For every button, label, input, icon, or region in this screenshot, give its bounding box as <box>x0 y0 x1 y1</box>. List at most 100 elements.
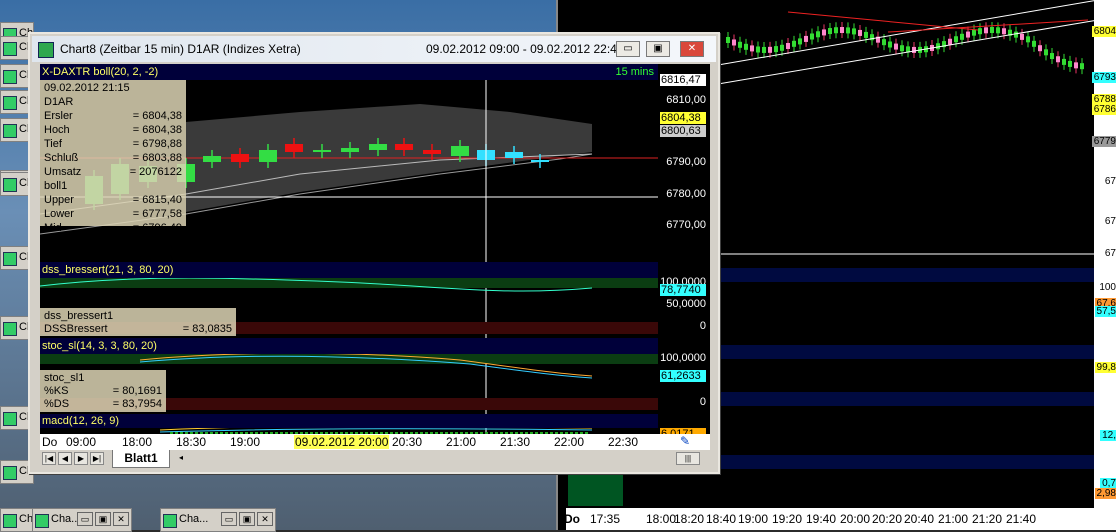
background-candle-body <box>822 29 826 36</box>
candle-body <box>313 150 331 152</box>
candle-body <box>369 144 387 150</box>
background-candle-body <box>1020 33 1024 40</box>
background-candle-body <box>996 27 1000 34</box>
dss-value-tag: 78,7740 <box>660 284 706 296</box>
cursor-time-label: 09.02.2012 20:00 <box>294 435 390 449</box>
sheet-tab-blatt1[interactable]: Blatt1 <box>112 450 170 468</box>
background-candle-body <box>816 31 820 38</box>
background-axis-tag: 2,98 <box>1094 488 1116 499</box>
chart-app-icon <box>3 42 17 56</box>
last-price-tag: 6804,38 <box>660 112 706 124</box>
background-x-label: 20:20 <box>872 512 903 526</box>
background-axis-tag: 100 <box>1097 282 1116 293</box>
background-candle-body <box>990 27 994 34</box>
background-candle-body <box>768 46 772 53</box>
candle-body <box>341 148 359 152</box>
upper-band-tag: 6816,47 <box>660 74 706 86</box>
chart-app-icon <box>35 514 49 528</box>
candle-body <box>505 152 523 158</box>
info-value: = 6804,38 <box>132 110 182 122</box>
background-candle-body <box>744 43 748 50</box>
window-buttons[interactable]: ▭ ▣ ✕ <box>221 512 273 526</box>
next-sheet-icon[interactable]: ▶ <box>74 452 88 465</box>
y-tick: 50,0000 <box>666 298 706 310</box>
time-x-axis: Do 09:00 18:00 18:30 19:00 20:30 21:00 2… <box>40 434 710 450</box>
background-candle-body <box>792 40 796 47</box>
info-key: %KS <box>44 385 69 397</box>
scroll-left-icon[interactable]: ◂ <box>174 452 188 465</box>
background-candle-body <box>738 41 742 48</box>
background-axis-tag: 12, <box>1100 430 1116 441</box>
first-sheet-icon[interactable]: |◀ <box>42 452 56 465</box>
prev-sheet-icon[interactable]: ◀ <box>58 452 72 465</box>
background-candle-body <box>810 33 814 40</box>
background-candle-body <box>1038 45 1042 52</box>
info-key: Umsatz <box>44 166 82 178</box>
background-candle-body <box>750 45 754 52</box>
x-label: 18:00 <box>122 435 153 449</box>
info-key: %DS <box>44 398 70 410</box>
info-value: = 2076122 <box>129 166 182 178</box>
background-x-label: 21:20 <box>972 512 1003 526</box>
x-label: 20:30 <box>392 435 423 449</box>
chart-app-icon <box>3 252 17 266</box>
background-candle-body <box>888 41 892 48</box>
background-candle-body <box>804 35 808 42</box>
dss-pane-title: dss_bressert(21, 3, 80, 20) <box>40 262 660 278</box>
background-candle-body <box>1002 28 1006 35</box>
background-axis-tag: 67 <box>1102 248 1116 259</box>
chart-plot-area[interactable]: X-DAXTR boll(20, 2, -2) 15 mins 6816,47 … <box>40 64 710 450</box>
background-candle-body <box>1080 63 1084 70</box>
background-candle-body <box>726 37 730 43</box>
background-x-label: 19:40 <box>806 512 837 526</box>
background-candle-body <box>1044 49 1048 56</box>
background-x-label: 18:00 <box>646 512 677 526</box>
candle-body <box>285 144 303 152</box>
background-candle-body <box>1056 56 1060 63</box>
scroll-thumb[interactable]: ||| <box>676 452 700 465</box>
info-date: 09.02.2012 21:15 <box>44 82 130 94</box>
minimized-chart-window[interactable]: Cha... <box>0 508 36 532</box>
chart8-window[interactable]: Chart8 (Zeitbar 15 min) D1AR (Indizes Xe… <box>28 32 720 474</box>
info-key: Ersler <box>44 110 73 122</box>
window-daterange: 09.02.2012 09:00 - 09.02.2012 22:45 <box>426 42 624 56</box>
background-candle-body <box>1026 36 1030 43</box>
background-x-label: 18:20 <box>674 512 705 526</box>
price-y-axis: 6816,47 6810,00 6804,38 6800,63 6790,00 … <box>658 64 710 260</box>
y-tick: 100,0000 <box>660 352 706 364</box>
minimized-chart-window[interactable]: Cha... ▭ ▣ ✕ <box>32 508 132 532</box>
close-button[interactable]: ✕ <box>680 41 704 57</box>
background-candle-body <box>966 31 970 38</box>
window-titlebar[interactable]: Chart8 (Zeitbar 15 min) D1AR (Indizes Xe… <box>32 36 716 62</box>
info-value: = 6803,88 <box>132 152 182 164</box>
background-candle-body <box>948 38 952 45</box>
background-x-label: 20:40 <box>904 512 935 526</box>
pen-icon[interactable]: ✎ <box>680 434 690 448</box>
candle-body <box>395 144 413 150</box>
background-x-label: 20:00 <box>840 512 871 526</box>
background-axis-tag: 6793 <box>1091 72 1116 83</box>
minimized-chart-window[interactable]: Cha... ▭ ▣ ✕ <box>160 508 276 532</box>
x-label: 18:30 <box>176 435 207 449</box>
chart-app-icon <box>3 322 17 336</box>
candle-body <box>451 146 469 156</box>
background-candle-body <box>954 36 958 43</box>
background-candle-body <box>774 46 778 53</box>
background-candle-body <box>834 27 838 34</box>
background-candle-body <box>732 39 736 46</box>
background-candle-body <box>1062 58 1066 65</box>
background-candle-body <box>858 29 862 36</box>
dss-y-axis: 100,0000 78,7740 50,0000 0 <box>658 262 710 334</box>
price-pane-label: X-DAXTR boll(20, 2, -2) <box>42 66 159 78</box>
background-candle-body <box>1074 62 1078 69</box>
info-value: = 6796,49 <box>132 222 182 234</box>
maximize-button[interactable]: ▣ <box>646 41 670 57</box>
background-candle-body <box>900 45 904 52</box>
window-buttons[interactable]: ▭ ▣ ✕ <box>77 512 129 526</box>
minimize-button[interactable]: ▭ <box>616 41 640 57</box>
info-value: = 80,1691 <box>112 385 162 397</box>
info-key: Hoch <box>44 124 70 136</box>
sheet-tab-bar: |◀ ◀ ▶ ▶| Blatt1 ◂ ||| <box>40 450 710 468</box>
last-sheet-icon[interactable]: ▶| <box>90 452 104 465</box>
mid-band-tag: 6800,63 <box>660 125 706 137</box>
